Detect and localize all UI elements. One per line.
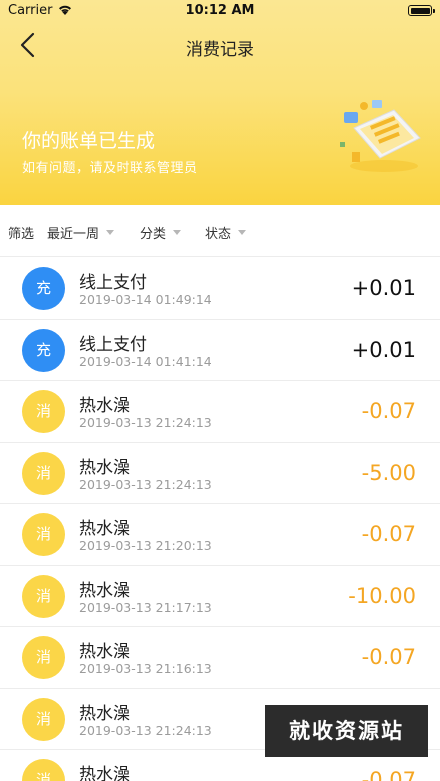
record-row[interactable]: 充线上支付 2019-03-14 01:49:14 +0.01 (0, 258, 440, 320)
consume-badge-icon: 消 (22, 574, 65, 618)
page-title: 消费记录 (186, 40, 254, 60)
record-time: 2019-03-13 21:24:13 (79, 722, 212, 738)
recharge-badge-icon: 充 (22, 328, 65, 372)
recharge-badge-icon: 充 (22, 267, 65, 310)
record-amount: -0.07 (361, 645, 416, 669)
record-amount: -0.07 (361, 522, 416, 546)
status-bar: Carrier 10:12 AM (0, 0, 440, 22)
record-list: 充线上支付 2019-03-14 01:49:14 +0.01 充线上支付 2019-0… (0, 258, 440, 781)
record-time: 2019-03-13 21:24:13 (79, 476, 212, 492)
record-amount: +0.01 (351, 276, 416, 300)
banner-subtitle: 如有问题，请及时联系管理员 (22, 161, 198, 176)
record-title: 热水澡 (79, 765, 130, 781)
banner-title: 你的账单已生成 (22, 130, 156, 152)
consume-badge-icon: 消 (22, 451, 65, 495)
record-time: 2019-03-13 21:16:13 (79, 661, 212, 676)
record-amount: +0.01 (351, 337, 416, 362)
consumption-records-screen: Carrier 10:12 AM 消费记录 你的账单已生成 如有问题，请及时联系… (0, 0, 440, 781)
filter-status-dropdown[interactable]: 状态 (205, 223, 247, 242)
record-title: 热水澡 (79, 642, 130, 662)
record-title: 线上支付 (79, 273, 147, 293)
filter-category-label: 分类 (140, 227, 167, 242)
record-row[interactable]: 消热水澡 2019-03-13 21:24:13 -0.07 (0, 381, 440, 443)
watermark: 就收资源站 (265, 705, 428, 757)
record-time: 2019-03-13 21:20:13 (79, 538, 212, 553)
battery-icon (408, 5, 435, 16)
navigation-bar: 消费记录 (0, 22, 440, 68)
record-title: 热水澡 (79, 519, 130, 539)
record-title: 热水澡 (79, 580, 130, 601)
record-time: 2019-03-14 01:41:14 (79, 353, 212, 369)
consume-badge-icon: 消 (22, 759, 65, 781)
consume-badge-icon: 消 (22, 390, 65, 433)
filter-period-label: 最近一周 (47, 227, 100, 242)
record-amount: -0.07 (361, 399, 416, 423)
record-amount: -5.00 (361, 460, 416, 485)
chevron-down-icon (238, 230, 247, 235)
bill-illustration-icon (340, 100, 421, 172)
filter-bar: 筛选 最近一周 分类 状态 (0, 205, 440, 257)
filter-period-dropdown[interactable]: 最近一周 (47, 223, 115, 242)
consume-badge-icon: 消 (22, 636, 65, 679)
record-row[interactable]: 消热水澡 2019-03-13 21:20:13 -0.07 (0, 504, 440, 566)
clock: 10:12 AM (185, 3, 255, 18)
filter-category-dropdown[interactable]: 分类 (140, 223, 182, 242)
chevron-down-icon (173, 230, 182, 235)
consume-badge-icon: 消 (22, 697, 65, 741)
consume-badge-icon: 消 (22, 513, 65, 556)
record-row[interactable]: 消热水澡 2019-03-13 21:24:13 -5.00 (0, 443, 440, 504)
record-title: 线上支付 (79, 334, 147, 355)
chevron-down-icon (106, 230, 115, 235)
record-time: 2019-03-14 01:49:14 (79, 292, 212, 307)
record-time: 2019-03-13 21:17:13 (79, 599, 212, 615)
record-title: 热水澡 (79, 703, 130, 724)
record-amount: -10.00 (348, 583, 416, 608)
record-time: 2019-03-13 21:24:13 (79, 415, 212, 430)
record-row[interactable]: 消热水澡 2019-03-13 21:16:13 -0.07 (0, 627, 440, 689)
record-title: 热水澡 (79, 396, 130, 416)
filter-label: 筛选 (8, 227, 35, 242)
record-amount: -0.07 (361, 768, 416, 781)
record-row[interactable]: 消热水澡 2019-03-13 21:17:13 -10.00 (0, 566, 440, 627)
record-title: 热水澡 (79, 457, 130, 478)
record-row[interactable]: 充线上支付 2019-03-14 01:41:14 +0.01 (0, 320, 440, 381)
filter-status-label: 状态 (205, 227, 232, 242)
